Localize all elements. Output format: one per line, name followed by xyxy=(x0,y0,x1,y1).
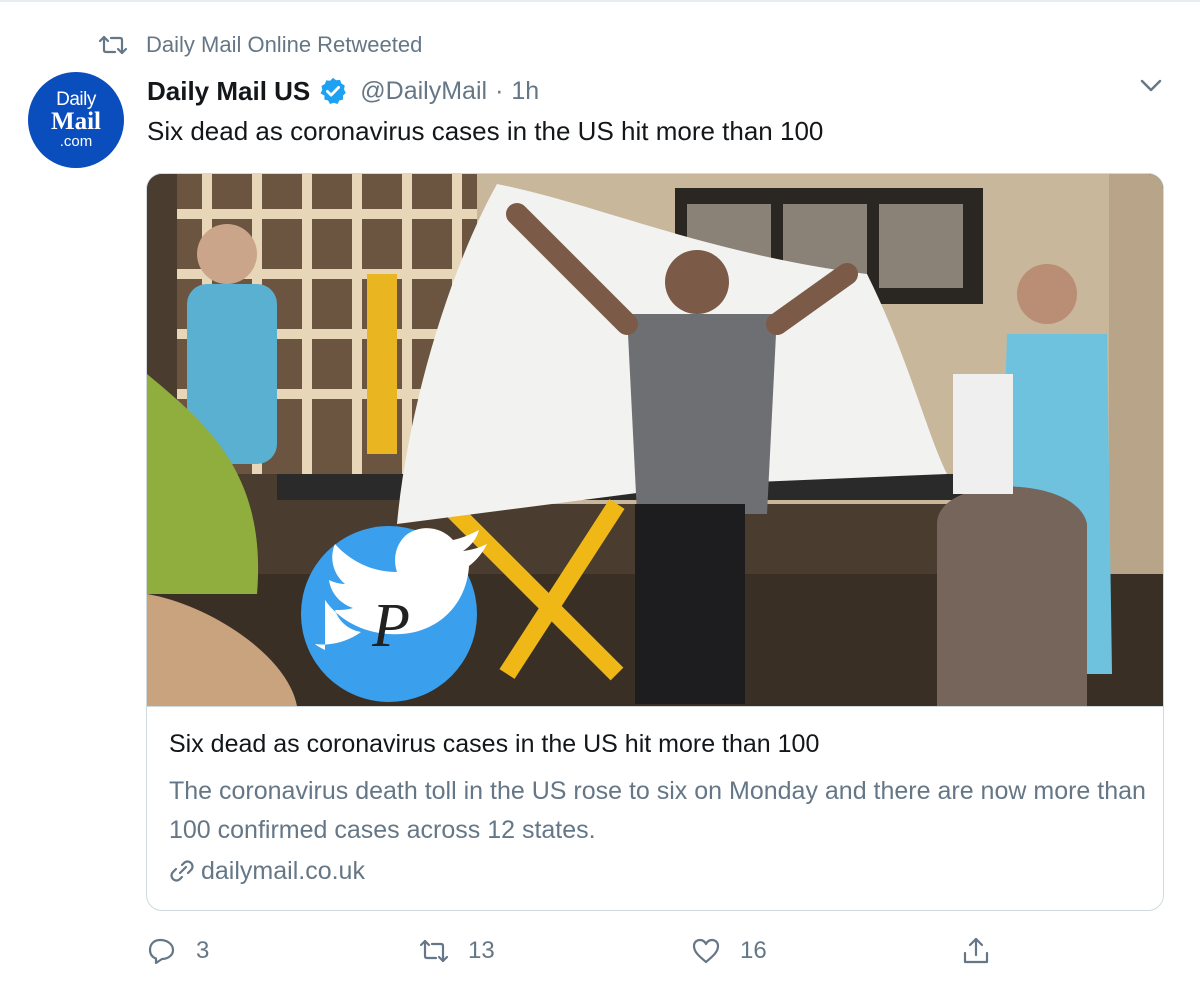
reply-button[interactable]: 3 xyxy=(146,930,209,972)
card-divider xyxy=(147,706,1163,707)
like-button[interactable]: 16 xyxy=(690,930,767,972)
divider xyxy=(0,0,1200,2)
retweet-context[interactable]: Daily Mail Online Retweeted xyxy=(98,28,422,62)
author-name[interactable]: Daily Mail US xyxy=(147,76,310,107)
avatar-text-line1: Daily xyxy=(56,88,96,110)
retweet-button[interactable]: 13 xyxy=(418,930,495,972)
avatar-text-line3: .com xyxy=(59,132,93,150)
separator-dot: · xyxy=(495,76,504,105)
reply-icon xyxy=(148,938,175,965)
like-count: 16 xyxy=(740,937,767,964)
card-title: Six dead as coronavirus cases in the US … xyxy=(169,730,820,758)
card-photo: P xyxy=(147,174,1163,706)
tweet-actions: 3 13 16 xyxy=(0,930,1200,972)
retweet-count: 13 xyxy=(468,937,495,964)
tweet-text: Six dead as coronavirus cases in the US … xyxy=(147,116,824,146)
retweet-icon xyxy=(98,35,128,55)
card-image[interactable]: P xyxy=(147,174,1163,706)
link-icon xyxy=(170,860,194,882)
tweet[interactable]: Daily Mail Online Retweeted Daily Mail .… xyxy=(0,0,1200,985)
avatar-text-line2: Mail xyxy=(51,107,101,135)
verified-badge-icon xyxy=(320,77,347,104)
retweet-icon xyxy=(419,939,449,963)
watermark-letter: P xyxy=(371,592,410,660)
link-card[interactable]: P Six dead as coronavirus cases in the U… xyxy=(146,173,1164,911)
chevron-down-icon[interactable] xyxy=(1138,76,1164,96)
retweet-label[interactable]: Daily Mail Online Retweeted xyxy=(146,32,422,58)
author-handle[interactable]: @DailyMail xyxy=(360,77,487,106)
reply-count: 3 xyxy=(196,937,210,964)
avatar[interactable]: Daily Mail .com xyxy=(28,72,124,168)
heart-icon xyxy=(692,938,720,964)
share-button[interactable] xyxy=(960,930,992,972)
share-icon xyxy=(963,937,989,964)
card-domain[interactable]: dailymail.co.uk xyxy=(169,854,365,888)
tweet-timestamp[interactable]: 1h xyxy=(511,77,539,106)
card-domain-text[interactable]: dailymail.co.uk xyxy=(201,857,365,886)
tweet-header: Daily Mail US @DailyMail · 1h xyxy=(147,72,539,110)
card-description: The coronavirus death toll in the US ros… xyxy=(169,777,1146,844)
